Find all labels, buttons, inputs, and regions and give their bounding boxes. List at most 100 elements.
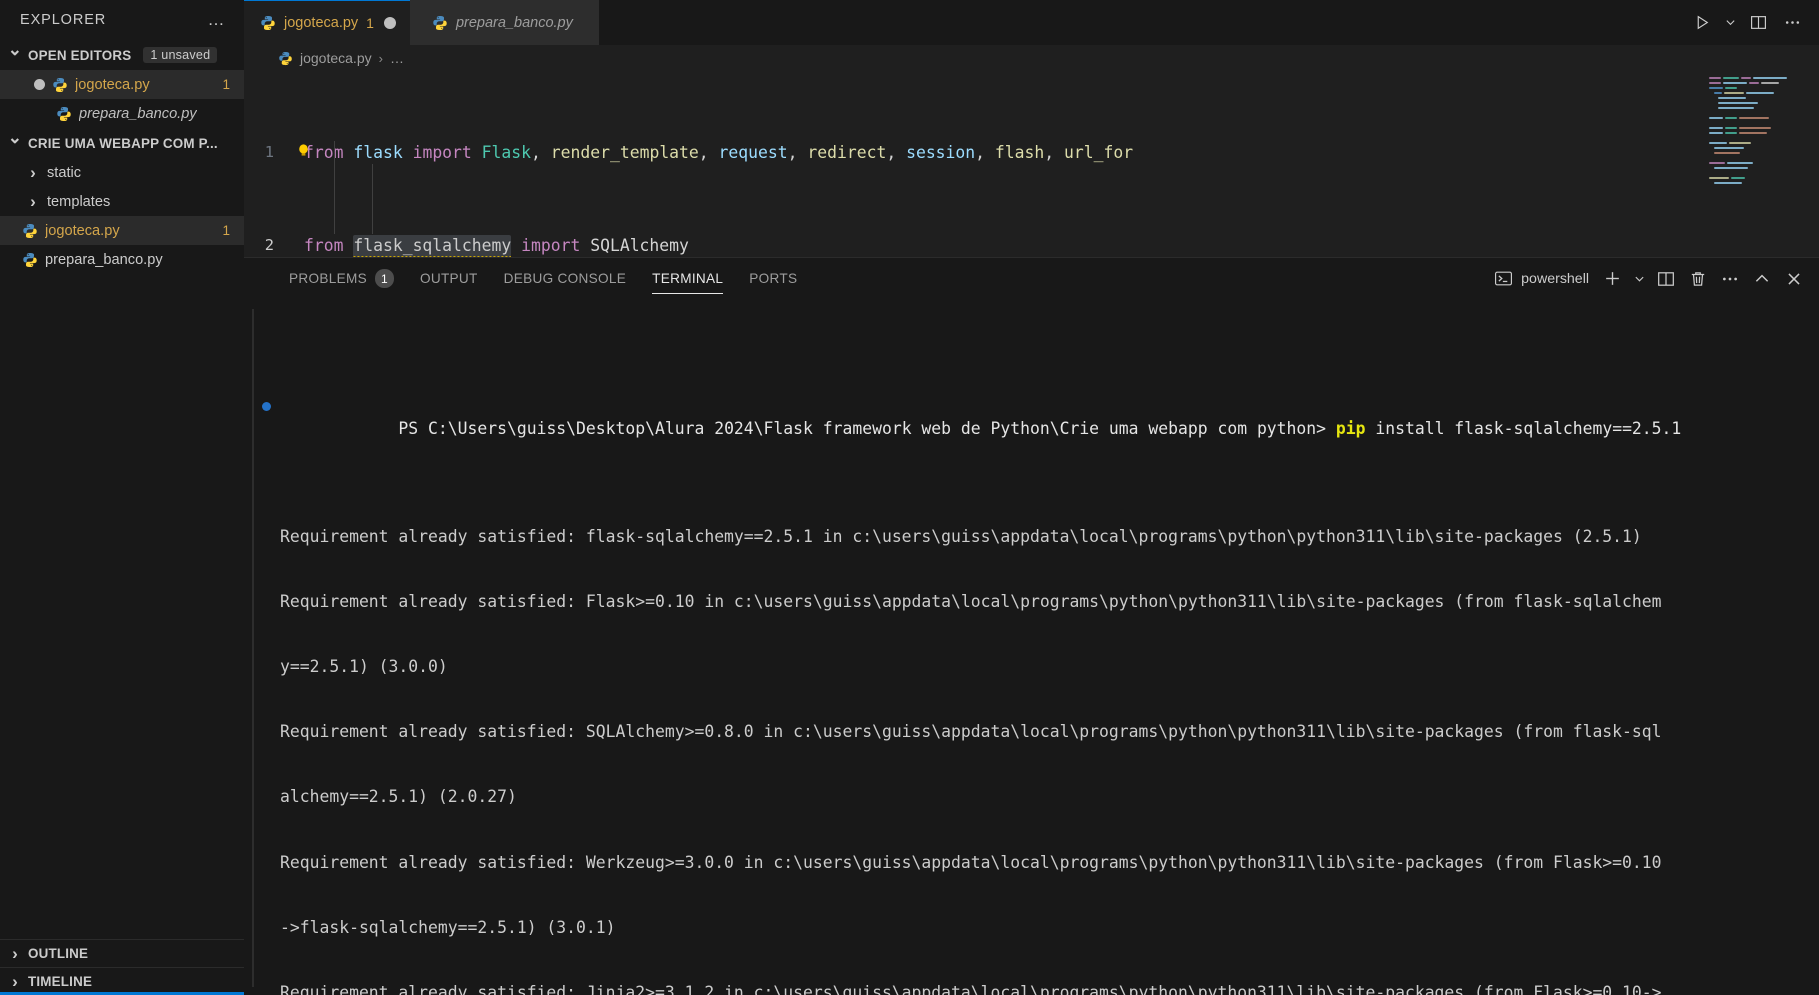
terminal-line: Requirement already satisfied: Jinja2>=3… bbox=[280, 982, 1662, 995]
tab-debug-console-label: DEBUG CONSOLE bbox=[503, 271, 627, 286]
kill-terminal-icon[interactable] bbox=[1683, 264, 1713, 294]
line-number: 1 bbox=[264, 142, 274, 161]
tab-output[interactable]: OUTPUT bbox=[407, 258, 491, 299]
python-icon bbox=[278, 51, 293, 66]
line-text: from flask_sqlalchemy import SQLAlchemy bbox=[296, 234, 689, 257]
tab-problems[interactable]: PROBLEMS 1 bbox=[276, 258, 407, 299]
bottom-panel: PROBLEMS 1 OUTPUT DEBUG CONSOLE TERMINAL… bbox=[244, 257, 1819, 995]
terminal-command-keyword: pip bbox=[1335, 418, 1366, 438]
terminal-line: Requirement already satisfied: Werkzeug>… bbox=[280, 852, 1662, 872]
timeline-title: TIMELINE bbox=[28, 974, 93, 989]
unsaved-badge: 1 unsaved bbox=[143, 47, 218, 63]
new-terminal-icon[interactable] bbox=[1597, 264, 1627, 294]
terminal-line: ->flask-sqlalchemy==2.5.1) (3.0.1) bbox=[280, 917, 616, 937]
tab-prepara-banco[interactable]: prepara_banco.py bbox=[409, 0, 599, 45]
maximize-panel-icon[interactable] bbox=[1747, 264, 1777, 294]
split-editor-icon[interactable] bbox=[1743, 8, 1773, 38]
panel-actions: powershell bbox=[1488, 264, 1819, 294]
editor-tabs: jogoteca.py 1 prepara_banco.py bbox=[244, 0, 599, 45]
terminal-shell-selector[interactable]: powershell bbox=[1488, 269, 1595, 288]
python-icon bbox=[432, 15, 448, 31]
tab-ports-label: PORTS bbox=[749, 271, 798, 286]
explorer-header: EXPLORER … bbox=[0, 0, 244, 40]
python-icon bbox=[52, 77, 68, 93]
terminal-command-decoration bbox=[252, 309, 254, 987]
run-dropdown-icon[interactable] bbox=[1721, 8, 1739, 38]
section-timeline[interactable]: TIMELINE bbox=[0, 968, 244, 995]
more-actions-icon[interactable] bbox=[1777, 8, 1807, 38]
split-terminal-icon[interactable] bbox=[1651, 264, 1681, 294]
breadcrumb-separator-icon: › bbox=[378, 50, 383, 66]
file-label: prepara_banco.py bbox=[45, 251, 163, 268]
explorer-title: EXPLORER bbox=[20, 12, 107, 28]
file-error-count: 1 bbox=[222, 223, 230, 238]
editor-area: jogoteca.py 1 prepara_banco.py jogoteca.… bbox=[244, 0, 1819, 995]
explorer-more-actions-icon[interactable]: … bbox=[208, 11, 227, 28]
workspace-title: CRIE UMA WEBAPP COM P... bbox=[28, 135, 218, 151]
terminal-line: y==2.5.1) (3.0.0) bbox=[280, 657, 448, 677]
python-icon bbox=[22, 252, 38, 268]
folder-templates[interactable]: templates bbox=[0, 187, 244, 216]
tab-jogoteca[interactable]: jogoteca.py 1 bbox=[244, 0, 410, 45]
file-jogoteca[interactable]: jogoteca.py 1 bbox=[0, 216, 244, 245]
chevron-right-icon bbox=[26, 192, 40, 212]
tab-dirty-indicator[interactable] bbox=[383, 16, 396, 29]
section-outline[interactable]: OUTLINE bbox=[0, 940, 244, 967]
chevron-right-icon bbox=[26, 163, 40, 183]
command-status-dot-icon bbox=[262, 401, 271, 411]
folder-label: templates bbox=[47, 193, 111, 210]
chevron-right-icon bbox=[6, 972, 24, 992]
tab-debug-console[interactable]: DEBUG CONSOLE bbox=[491, 258, 640, 299]
minimap[interactable] bbox=[1709, 77, 1805, 235]
terminal-line: Requirement already satisfied: Flask>=0.… bbox=[280, 592, 1662, 612]
window-body: EXPLORER … OPEN EDITORS 1 unsaved jogote… bbox=[0, 0, 1819, 995]
chevron-down-icon bbox=[6, 133, 24, 153]
python-icon bbox=[22, 223, 38, 239]
terminal-scrollbar[interactable] bbox=[1805, 299, 1819, 995]
run-button[interactable] bbox=[1687, 8, 1717, 38]
open-editor-prepara-banco[interactable]: prepara_banco.py bbox=[0, 99, 244, 128]
python-icon bbox=[56, 106, 72, 122]
folder-static[interactable]: static bbox=[0, 158, 244, 187]
panel-more-actions-icon[interactable] bbox=[1715, 264, 1745, 294]
explorer-sidebar: EXPLORER … OPEN EDITORS 1 unsaved jogote… bbox=[0, 0, 244, 995]
line-text: from flask import Flask, render_template… bbox=[296, 141, 1133, 164]
breadcrumb-rest[interactable]: … bbox=[390, 50, 404, 66]
tab-label: jogoteca.py bbox=[284, 14, 359, 31]
selected-token[interactable]: flask_sqlalchemy bbox=[353, 235, 512, 257]
open-editor-label: jogoteca.py bbox=[75, 76, 150, 93]
terminal-line: Requirement already satisfied: SQLAlchem… bbox=[280, 722, 1662, 742]
outline-title: OUTLINE bbox=[28, 946, 89, 961]
section-open-editors[interactable]: OPEN EDITORS 1 unsaved bbox=[0, 40, 244, 70]
breadcrumb-file[interactable]: jogoteca.py bbox=[300, 50, 372, 66]
terminal-prompt: PS C:\Users\guiss\Desktop\Alura 2024\Fla… bbox=[398, 418, 1336, 438]
section-workspace-root[interactable]: CRIE UMA WEBAPP COM P... bbox=[0, 128, 244, 158]
terminal-icon bbox=[1494, 269, 1513, 288]
line-number: 2 bbox=[264, 236, 274, 255]
tab-label: prepara_banco.py bbox=[455, 14, 573, 31]
terminal-line: alchemy==2.5.1) (2.0.27) bbox=[280, 787, 517, 807]
unsaved-dot-icon[interactable] bbox=[34, 79, 45, 90]
code-editor[interactable]: 1 from flask import Flask, render_templa… bbox=[244, 71, 1819, 257]
close-panel-icon[interactable] bbox=[1779, 264, 1809, 294]
terminal-command-args: install flask-sqlalchemy==2.5.1 bbox=[1365, 418, 1682, 438]
tab-error-count: 1 bbox=[366, 14, 374, 31]
indent-guide bbox=[334, 141, 335, 234]
tab-output-label: OUTPUT bbox=[419, 271, 478, 286]
sidebar-bottom-sections: OUTLINE TIMELINE bbox=[0, 939, 244, 995]
open-editor-label: prepara_banco.py bbox=[79, 105, 197, 122]
code-content: 1 from flask import Flask, render_templa… bbox=[244, 71, 1819, 257]
file-prepara-banco[interactable]: prepara_banco.py bbox=[0, 245, 244, 274]
open-editor-error-count: 1 bbox=[222, 77, 230, 92]
editor-tab-actions bbox=[1687, 0, 1819, 45]
vscode-window: EXPLORER … OPEN EDITORS 1 unsaved jogote… bbox=[0, 0, 1819, 995]
new-terminal-dropdown-icon[interactable] bbox=[1629, 264, 1649, 294]
tab-terminal[interactable]: TERMINAL bbox=[639, 258, 736, 299]
problems-count-badge: 1 bbox=[374, 269, 394, 288]
open-editors-title: OPEN EDITORS bbox=[28, 47, 132, 63]
terminal-output[interactable]: PS C:\Users\guiss\Desktop\Alura 2024\Fla… bbox=[244, 299, 1819, 995]
terminal-line: Requirement already satisfied: flask-sql… bbox=[280, 527, 1642, 547]
open-editor-jogoteca[interactable]: jogoteca.py 1 bbox=[0, 70, 244, 99]
tab-ports[interactable]: PORTS bbox=[736, 258, 810, 299]
lightbulb-icon[interactable] bbox=[298, 144, 309, 157]
